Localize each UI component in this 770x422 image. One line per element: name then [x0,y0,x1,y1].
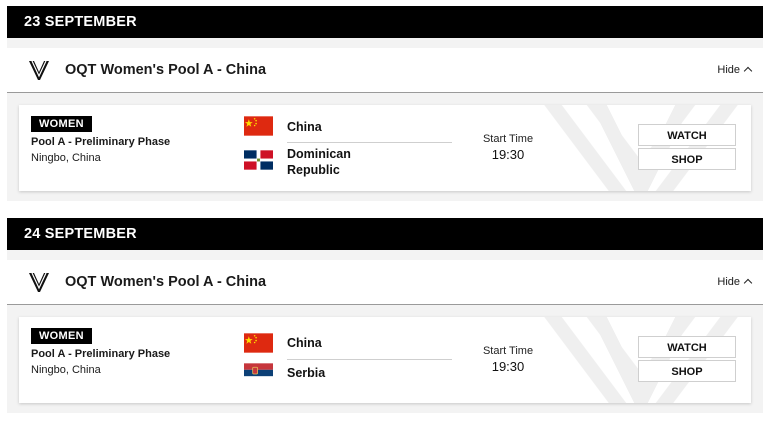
china-flag-icon [244,116,273,136]
team-away-name-line1: Dominican [287,147,351,161]
start-time-value: 19:30 [491,359,525,374]
hide-toggle[interactable]: Hide [717,260,753,304]
team-away-name: Dominican Republic [287,146,351,178]
start-time-label: Start Time [482,133,534,145]
tournament-name: OQT Women's Pool A - China [65,62,267,78]
category-badge: WOMEN [31,116,92,132]
match-card[interactable]: WOMEN Pool A - Preliminary Phase Ningbo,… [19,105,751,191]
day-section-23-september: 23 SEPTEMBER OQT Women's Pool A - China … [7,6,763,201]
chevron-up-icon [743,278,753,288]
category-badge: WOMEN [31,328,92,344]
volleyball-league-logo-icon [29,60,49,80]
china-flag-icon [244,333,273,353]
team-away-name-line2: Republic [287,163,340,177]
team-home-name: China [287,120,322,134]
date-header: 23 SEPTEMBER [7,6,763,38]
watch-button[interactable]: WATCH [638,336,736,358]
date-header: 24 SEPTEMBER [7,218,763,250]
tournament-header: OQT Women's Pool A - China Hide [7,260,763,305]
match-venue: Ningbo, China [31,364,101,376]
dominican-republic-flag-icon [244,150,273,170]
team-home-name: China [287,336,322,350]
serbia-flag-icon [244,363,273,383]
match-phase: Pool A - Preliminary Phase [31,136,171,148]
start-time-label: Start Time [482,345,534,357]
match-card-wrap: WOMEN Pool A - Preliminary Phase Ningbo,… [7,93,763,191]
day-section-24-september: 24 SEPTEMBER OQT Women's Pool A - China … [7,218,763,413]
shop-button[interactable]: SHOP [638,148,736,170]
match-card-wrap: WOMEN Pool A - Preliminary Phase Ningbo,… [7,305,763,403]
match-card[interactable]: WOMEN Pool A - Preliminary Phase Ningbo,… [19,317,751,403]
start-time-value: 19:30 [491,147,525,162]
tournament-name: OQT Women's Pool A - China [65,274,267,290]
volleyball-league-logo-icon [29,272,49,292]
team-divider [287,142,452,143]
watch-button[interactable]: WATCH [638,124,736,146]
team-divider [287,359,452,360]
team-away-name: Serbia [287,366,326,380]
tournament-block: OQT Women's Pool A - China Hide WOMEN Po… [7,38,763,201]
match-venue: Ningbo, China [31,152,101,164]
hide-label: Hide [717,64,740,76]
chevron-up-icon [743,66,753,76]
tournament-header: OQT Women's Pool A - China Hide [7,48,763,93]
shop-button[interactable]: SHOP [638,360,736,382]
hide-toggle[interactable]: Hide [717,48,753,92]
match-phase: Pool A - Preliminary Phase [31,348,171,360]
tournament-block: OQT Women's Pool A - China Hide WOMEN Po… [7,250,763,413]
hide-label: Hide [717,276,740,288]
